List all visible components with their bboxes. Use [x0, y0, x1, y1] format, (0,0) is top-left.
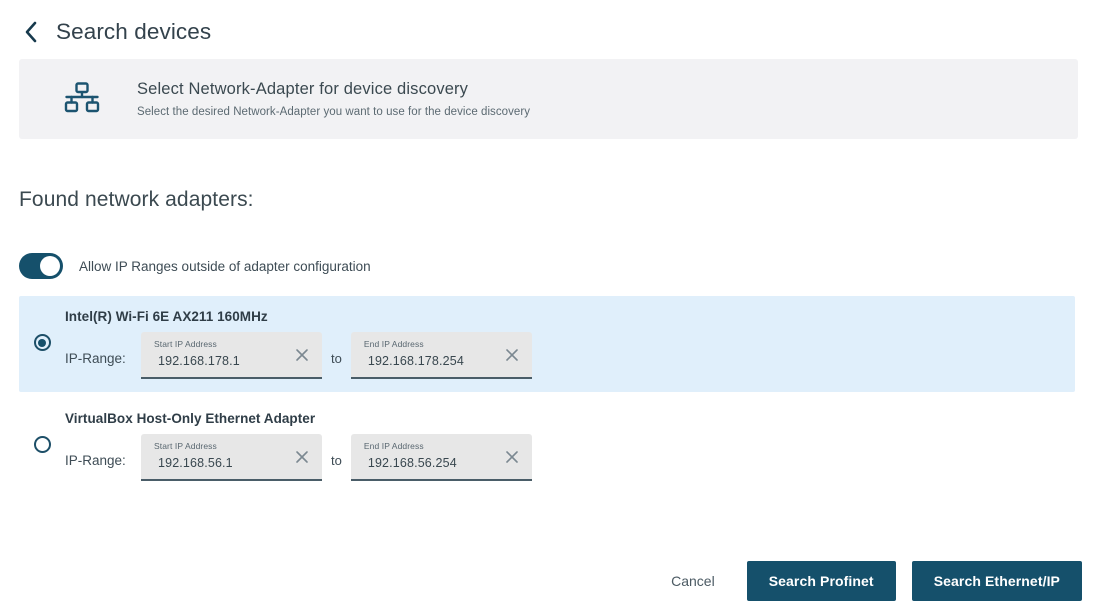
banner-text: Select Network-Adapter for device discov…	[137, 80, 530, 118]
search-ethernetip-button[interactable]: Search Ethernet/IP	[911, 561, 1082, 601]
close-icon[interactable]	[504, 347, 520, 363]
page-header: Search devices	[0, 0, 1100, 52]
end-ip-field-value: 192.168.56.254	[367, 456, 457, 470]
adapter-radio-1[interactable]	[33, 436, 51, 453]
allow-ip-ranges-toggle-label: Allow IP Ranges outside of adapter confi…	[79, 258, 371, 274]
network-topology-icon	[51, 82, 113, 116]
section-heading: Found network adapters:	[19, 188, 254, 211]
ip-range-label: IP-Range:	[65, 453, 126, 468]
close-icon[interactable]	[294, 347, 310, 363]
footer-actions: Cancel Search Profinet Search Ethernet/I…	[655, 561, 1082, 601]
end-ip-field-label: End IP Address	[363, 441, 424, 451]
end-ip-field-label: End IP Address	[363, 339, 424, 349]
toggle-knob	[40, 256, 60, 276]
adapter-row[interactable]: Intel(R) Wi-Fi 6E AX211 160MHz IP-Range:…	[19, 296, 1075, 392]
ip-range-line: IP-Range: Start IP Address 192.168.56.1 …	[65, 434, 532, 481]
close-icon[interactable]	[294, 449, 310, 465]
allow-ip-ranges-toggle-row: Allow IP Ranges outside of adapter confi…	[19, 253, 371, 279]
chevron-left-icon[interactable]	[20, 19, 42, 45]
start-ip-field-value: 192.168.178.1	[158, 354, 240, 368]
adapter-name: VirtualBox Host-Only Ethernet Adapter	[65, 411, 316, 426]
banner-title: Select Network-Adapter for device discov…	[137, 80, 469, 98]
adapter-radio-0[interactable]	[33, 334, 51, 351]
page-title: Search devices	[56, 18, 212, 44]
end-ip-field-1[interactable]: End IP Address 192.168.56.254	[350, 434, 532, 481]
adapter-radio-cell	[19, 296, 65, 351]
cancel-button[interactable]: Cancel	[655, 563, 731, 599]
end-ip-field-0[interactable]: End IP Address 192.168.178.254	[350, 332, 532, 379]
ip-range-line: IP-Range: Start IP Address 192.168.178.1…	[65, 332, 532, 379]
allow-ip-ranges-toggle[interactable]	[19, 253, 63, 279]
adapter-radio-cell	[19, 398, 65, 453]
adapter-body: Intel(R) Wi-Fi 6E AX211 160MHz IP-Range:…	[65, 296, 532, 379]
start-ip-field-value: 192.168.56.1	[158, 456, 233, 470]
adapter-body: VirtualBox Host-Only Ethernet Adapter IP…	[65, 398, 532, 481]
ip-range-separator: to	[331, 351, 342, 366]
info-banner: Select Network-Adapter for device discov…	[19, 59, 1078, 139]
start-ip-field-label: Start IP Address	[154, 339, 217, 349]
adapter-row[interactable]: VirtualBox Host-Only Ethernet Adapter IP…	[19, 398, 1075, 494]
start-ip-field-0[interactable]: Start IP Address 192.168.178.1	[141, 332, 322, 379]
ip-range-label: IP-Range:	[65, 351, 126, 366]
start-ip-field-1[interactable]: Start IP Address 192.168.56.1	[141, 434, 322, 481]
close-icon[interactable]	[504, 449, 520, 465]
end-ip-field-value: 192.168.178.254	[367, 354, 464, 368]
search-profinet-button[interactable]: Search Profinet	[746, 561, 896, 601]
banner-subtitle: Select the desired Network-Adapter you w…	[137, 106, 531, 118]
adapter-name: Intel(R) Wi-Fi 6E AX211 160MHz	[65, 309, 268, 324]
ip-range-separator: to	[331, 453, 342, 468]
start-ip-field-label: Start IP Address	[154, 441, 217, 451]
